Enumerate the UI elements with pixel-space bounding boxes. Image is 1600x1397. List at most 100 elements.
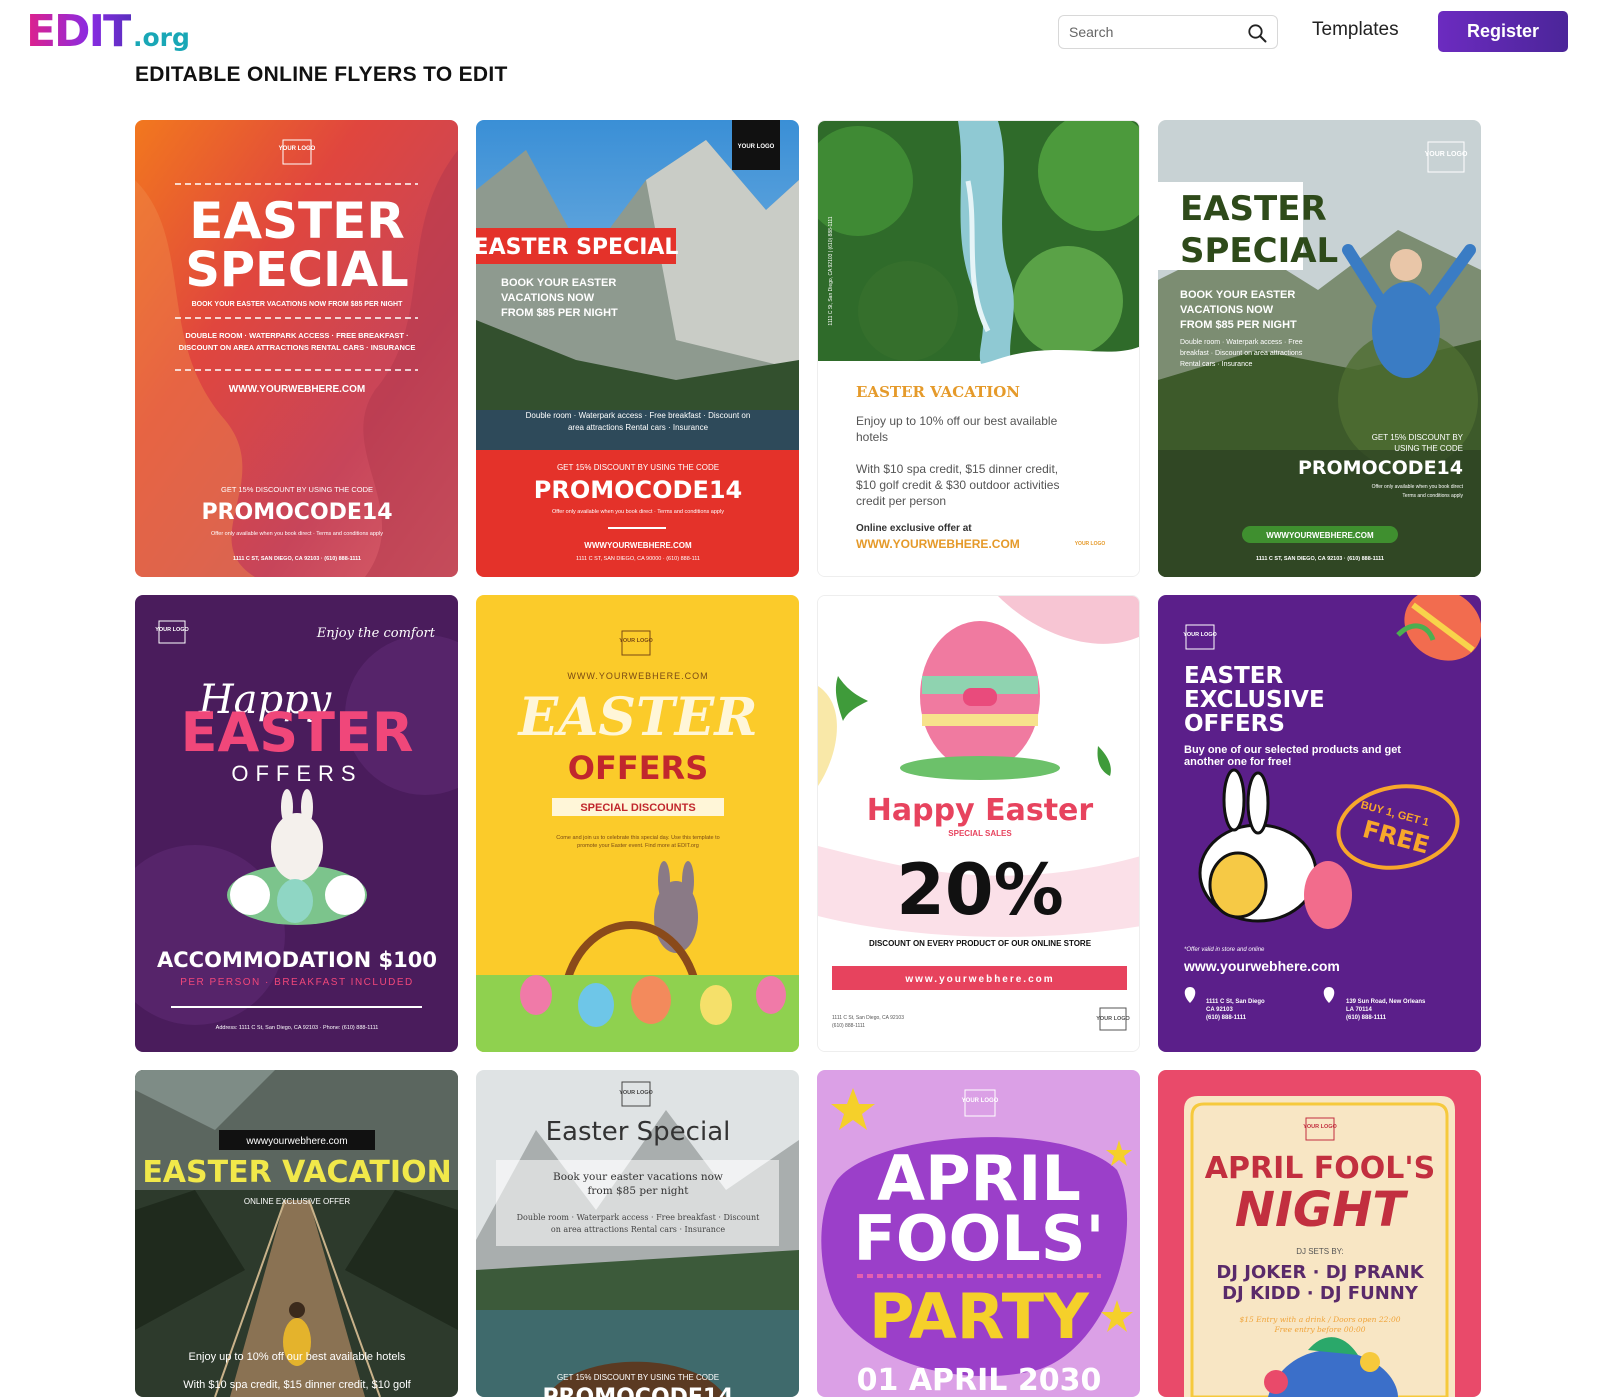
card-subtitle: OFFERS [231, 761, 362, 786]
card-offer-sub: PER PERSON · BREAKFAST INCLUDED [180, 977, 414, 988]
register-button[interactable]: Register [1438, 11, 1568, 52]
card-address: CA 92103 [1206, 1007, 1233, 1013]
card-details: Double room · Waterpark access · Free [1180, 339, 1303, 346]
template-card[interactable]: YOUR LOGO Easter Special Book your easte… [476, 1070, 799, 1397]
card-website: WWW.YOURWEBHERE.COM [229, 384, 365, 395]
card-title: PARTY [869, 1280, 1090, 1353]
logo-wordmark: EDIT [26, 6, 133, 57]
card-details: DISCOUNT ON AREA ATTRACTIONS RENTAL CARS… [179, 343, 416, 352]
flyer-easter-exclusive-offers: YOUR LOGO EASTER EXCLUSIVE OFFERS Buy on… [1158, 595, 1481, 1052]
card-details: DISCOUNT ON EVERY PRODUCT OF OUR ONLINE … [869, 939, 1092, 948]
card-title: EASTER SPECIAL [476, 235, 678, 260]
card-details: Double room · Waterpark access · Free br… [517, 1213, 761, 1222]
search-input[interactable] [1069, 16, 1239, 48]
template-card[interactable]: wwwyourwebhere.com EASTER VACATION ONLIN… [135, 1070, 458, 1397]
card-details: breakfast · Discount on area attractions [1180, 350, 1303, 357]
card-address: 1111 C ST, SAN DIEGO, CA 92103 · (610) 8… [1256, 556, 1384, 562]
card-promo-code: PROMOCODE14 [542, 1385, 733, 1397]
card-logo-text: YOUR LOGO [279, 146, 316, 152]
card-details: on area attractions Rental cars · Insura… [551, 1225, 725, 1234]
flyer-april-fools-night: YOUR LOGO APRIL FOOL'S NIGHT DJ SETS BY:… [1158, 1070, 1481, 1397]
template-card[interactable]: YOUR LOGO Enjoy the comfort Happy EASTER… [135, 595, 458, 1052]
card-logo-text: YOUR LOGO [1425, 151, 1468, 158]
card-address: (610) 888-1111 [1346, 1015, 1387, 1021]
card-logo-text: YOUR LOGO [1096, 1016, 1130, 1022]
card-promo-code: PROMOCODE14 [1298, 457, 1463, 479]
site-logo[interactable]: EDIT .org [26, 6, 190, 57]
card-subtitle: Buy one of our selected products and get [1184, 744, 1401, 756]
template-card[interactable]: YOUR LOGO APRIL FOOL'S NIGHT DJ SETS BY:… [1158, 1070, 1481, 1397]
template-card[interactable]: 1111 C St, San Diego, CA 92103 | (610) 8… [817, 120, 1140, 577]
flyer-easter-offers-yellow: YOUR LOGO WWW.YOURWEBHERE.COM EASTER OFF… [476, 595, 799, 1052]
template-card[interactable]: Happy Easter SPECIAL SALES 20% DISCOUNT … [817, 595, 1140, 1052]
card-title: SPECIAL [185, 242, 408, 298]
card-line: hotels [856, 430, 888, 444]
card-title: Easter Special [546, 1117, 731, 1147]
card-website: WWWYOURWEBHERE.COM [584, 541, 692, 550]
card-discount-percent: 20% [896, 849, 1064, 931]
card-badge: SPECIAL DISCOUNTS [580, 802, 695, 814]
page-title: EDITABLE ONLINE FLYERS TO EDIT [135, 63, 508, 86]
card-website: www.yourwebhere.com [904, 974, 1054, 985]
card-address: 1111 C St, San Diego [1206, 999, 1265, 1005]
card-title: NIGHT [1235, 1182, 1409, 1238]
card-subtitle: VACATIONS NOW [501, 292, 595, 304]
card-title: EASTER [1184, 663, 1283, 689]
flyer-easter-special-mountains: YOUR LOGO EASTER SPECIAL BOOK YOUR EASTE… [476, 120, 799, 577]
card-address: 1111 C St, San Diego, CA 92103 [832, 1015, 904, 1021]
card-address: LA 70114 [1346, 1007, 1372, 1013]
card-subtitle: VACATIONS NOW [1180, 304, 1274, 316]
flyer-happy-easter-offers: YOUR LOGO Enjoy the comfort Happy EASTER… [135, 595, 458, 1052]
logo-suffix: .org [132, 23, 190, 52]
card-subtitle: BOOK YOUR EASTER [1180, 289, 1295, 301]
card-small-print: Offer only available when you book direc… [552, 509, 724, 515]
template-card[interactable]: YOUR LOGO EASTER SPECIAL BOOK YOUR EASTE… [135, 120, 458, 577]
card-small-print: Offer only available when you book direc… [211, 531, 383, 537]
card-address: (610) 888-1111 [1206, 1015, 1247, 1021]
card-subtitle: BOOK YOUR EASTER VACATIONS NOW FROM $85 … [192, 301, 404, 308]
card-subtitle: from $85 per night [587, 1185, 689, 1197]
template-card[interactable]: YOUR LOGO EASTER EXCLUSIVE OFFERS Buy on… [1158, 595, 1481, 1052]
card-entry: Free entry before 00:00 [1273, 1325, 1365, 1334]
card-details: Double room · Waterpark access · Free br… [526, 411, 751, 420]
top-header: EDIT .org Templates Register [0, 0, 1600, 64]
card-logo-text: YOUR LOGO [1183, 632, 1217, 638]
card-offer-title: ACCOMMODATION $100 [157, 948, 437, 972]
card-subtitle: FROM $85 PER NIGHT [1180, 319, 1297, 331]
card-line: credit per person [856, 494, 946, 508]
card-promo-code: PROMOCODE14 [201, 500, 392, 525]
flyer-happy-easter-discount: Happy Easter SPECIAL SALES 20% DISCOUNT … [818, 596, 1139, 1051]
card-title: EASTER [516, 687, 757, 748]
template-card[interactable]: YOUR LOGO EASTER SPECIAL BOOK YOUR EASTE… [476, 120, 799, 577]
card-title: EASTER VACATION [856, 383, 1020, 401]
card-details: area attractions Rental cars · Insurance [568, 423, 709, 432]
card-subtitle: DJ SETS BY: [1296, 1247, 1344, 1256]
card-title: EASTER [181, 701, 414, 764]
card-side-address: 1111 C St, San Diego, CA 92103 | (610) 8… [828, 216, 834, 325]
card-tagline: Enjoy the comfort [316, 626, 436, 641]
search-icon[interactable] [1247, 23, 1267, 43]
card-note: *Offer valid in store and online [1184, 947, 1265, 953]
card-logo-text: YOUR LOGO [1303, 1124, 1337, 1130]
card-line: With $10 spa credit, $15 dinner credit, … [183, 1379, 411, 1391]
nav-templates-link[interactable]: Templates [1312, 19, 1399, 41]
card-small-print: Terms and conditions apply [1402, 493, 1463, 499]
card-logo-text: YOUR LOGO [619, 638, 653, 644]
card-subtitle: Book your easter vacations now [553, 1171, 723, 1183]
template-card[interactable]: YOUR LOGO EASTER SPECIAL BOOK YOUR EASTE… [1158, 120, 1481, 577]
card-website: wwwyourwebhere.com [245, 1136, 347, 1147]
card-desc: Come and join us to celebrate this speci… [556, 835, 719, 841]
search-box [1058, 15, 1278, 49]
card-logo-text: YOUR LOGO [962, 1098, 999, 1104]
card-address: (610) 888-1111 [832, 1023, 865, 1029]
card-logo-text: YOUR LOGO [619, 1090, 653, 1096]
flyer-april-fools-party: YOUR LOGO APRIL FOOLS' PARTY 01 APRIL 20… [817, 1070, 1140, 1397]
card-website: www.yourwebhere.com [1183, 958, 1340, 974]
card-address: 139 Sun Road, New Orleans [1346, 999, 1426, 1005]
card-title: Happy Easter [867, 793, 1094, 828]
template-card[interactable]: YOUR LOGO WWW.YOURWEBHERE.COM EASTER OFF… [476, 595, 799, 1052]
card-logo-text: YOUR LOGO [738, 144, 775, 150]
card-website: WWW.YOURWEBHERE.COM [567, 671, 708, 681]
card-code-note: GET 15% DISCOUNT BY [1372, 433, 1464, 442]
template-card[interactable]: YOUR LOGO APRIL FOOLS' PARTY 01 APRIL 20… [817, 1070, 1140, 1397]
